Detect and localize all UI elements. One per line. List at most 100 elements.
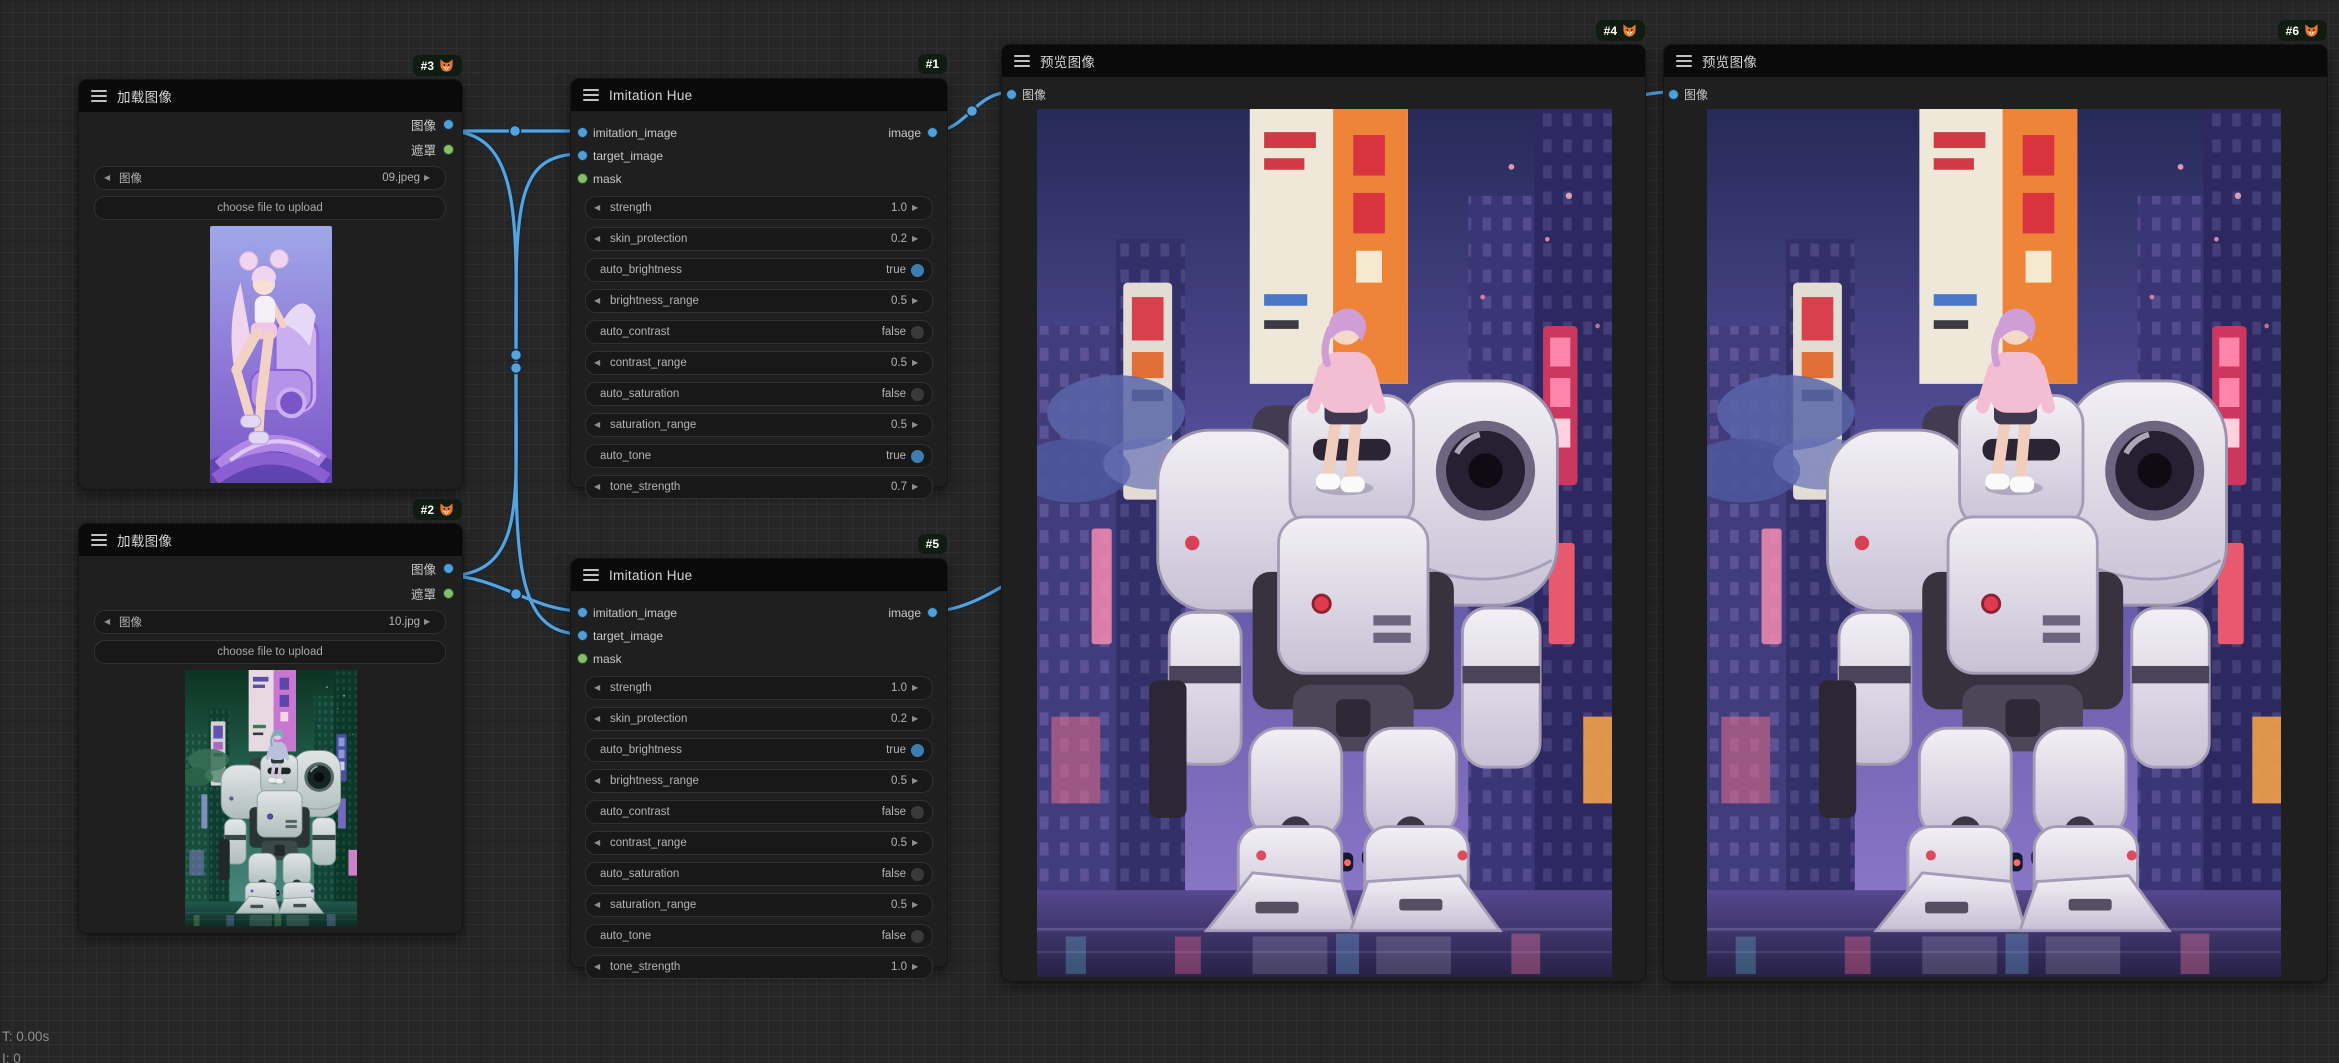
toggle-dot[interactable] [911, 326, 924, 339]
input-row-image[interactable]: 图像 [1002, 83, 1645, 105]
widget-contrast_range[interactable]: ◀contrast_range0.5▶ [585, 831, 933, 855]
input-row-mask[interactable]: mask [571, 647, 947, 670]
input-row-imitation-image[interactable]: imitation_image image [571, 121, 947, 144]
widget-tone_strength[interactable]: ◀tone_strength1.0▶ [585, 955, 933, 979]
node-imitation-hue-top[interactable]: #1 Imitation Hue imitation_image image t… [570, 78, 948, 488]
widget-saturation_range[interactable]: ◀saturation_range0.5▶ [585, 893, 933, 917]
image-output-port[interactable] [927, 607, 938, 618]
widget-strength[interactable]: ◀strength1.0▶ [585, 676, 933, 700]
widget-auto_contrast[interactable]: auto_contrastfalse [585, 320, 933, 344]
increment-icon[interactable]: ▶ [912, 204, 924, 212]
decrement-icon[interactable]: ◀ [594, 901, 606, 909]
input-row-target-image[interactable]: target_image [571, 144, 947, 167]
image-output-port[interactable] [927, 127, 938, 138]
widget-skin_protection[interactable]: ◀skin_protection0.2▶ [585, 227, 933, 251]
image-file-selector[interactable]: ◀ 图像 10.jpg ▶ [94, 610, 446, 634]
mask-output-port[interactable] [443, 144, 454, 155]
increment-icon[interactable]: ▶ [912, 235, 924, 243]
node-imitation-hue-bottom[interactable]: #5 Imitation Hue imitation_image image t… [570, 558, 948, 968]
widget-auto_brightness[interactable]: auto_brightnesstrue [585, 258, 933, 282]
node-load-image-top[interactable]: #3 加载图像 图像 遮罩 ◀ 图像 09.jpeg ▶ choose file… [78, 79, 463, 490]
node-header[interactable]: 预览图像 [1002, 45, 1645, 77]
image-input-port[interactable] [1668, 89, 1679, 100]
imitation-image-input-port[interactable] [577, 607, 588, 618]
toggle-dot[interactable] [911, 744, 924, 757]
decrement-icon[interactable]: ◀ [594, 235, 606, 243]
input-row-mask[interactable]: mask [571, 167, 947, 190]
increment-icon[interactable]: ▶ [912, 483, 924, 491]
choose-file-button[interactable]: choose file to upload [94, 196, 446, 220]
choose-file-button[interactable]: choose file to upload [94, 640, 446, 664]
widget-brightness_range[interactable]: ◀brightness_range0.5▶ [585, 769, 933, 793]
node-header[interactable]: 加载图像 [79, 80, 462, 112]
mask-output-port[interactable] [443, 588, 454, 599]
node-load-image-bottom[interactable]: #2 加载图像 图像 遮罩 ◀ 图像 10.jpg ▶ choose file … [78, 523, 463, 934]
increment-icon[interactable]: ▶ [912, 777, 924, 785]
input-row-imitation-image[interactable]: imitation_image image [571, 601, 947, 624]
prev-file-icon[interactable]: ◀ [104, 618, 116, 626]
increment-icon[interactable]: ▶ [912, 421, 924, 429]
node-preview-image-left[interactable]: #4 预览图像 图像 [1001, 44, 1646, 982]
node-preview-image-right[interactable]: #6 预览图像 图像 [1663, 44, 2328, 982]
widget-saturation_range[interactable]: ◀saturation_range0.5▶ [585, 413, 933, 437]
toggle-dot[interactable] [911, 264, 924, 277]
increment-icon[interactable]: ▶ [912, 715, 924, 723]
input-row-target-image[interactable]: target_image [571, 624, 947, 647]
decrement-icon[interactable]: ◀ [594, 963, 606, 971]
imitation-image-input-port[interactable] [577, 127, 588, 138]
next-file-icon[interactable]: ▶ [424, 618, 436, 626]
node-header[interactable]: Imitation Hue [571, 559, 947, 591]
toggle-dot[interactable] [911, 930, 924, 943]
increment-icon[interactable]: ▶ [912, 297, 924, 305]
widget-auto_saturation[interactable]: auto_saturationfalse [585, 382, 933, 406]
mask-input-port[interactable] [577, 173, 588, 184]
decrement-icon[interactable]: ◀ [594, 297, 606, 305]
menu-icon[interactable] [91, 534, 107, 546]
image-output-port[interactable] [443, 563, 454, 574]
decrement-icon[interactable]: ◀ [594, 204, 606, 212]
node-graph-canvas[interactable]: #3 加载图像 图像 遮罩 ◀ 图像 09.jpeg ▶ choose file… [0, 0, 2339, 1063]
menu-icon[interactable] [91, 90, 107, 102]
toggle-dot[interactable] [911, 450, 924, 463]
node-header[interactable]: 预览图像 [1664, 45, 2327, 77]
toggle-dot[interactable] [911, 806, 924, 819]
widget-tone_strength[interactable]: ◀tone_strength0.7▶ [585, 475, 933, 499]
input-row-image[interactable]: 图像 [1664, 83, 2327, 105]
widget-auto_tone[interactable]: auto_tonefalse [585, 924, 933, 948]
widget-brightness_range[interactable]: ◀brightness_range0.5▶ [585, 289, 933, 313]
target-image-input-port[interactable] [577, 630, 588, 641]
decrement-icon[interactable]: ◀ [594, 777, 606, 785]
output-row-image[interactable]: 图像 [79, 556, 462, 581]
widget-auto_tone[interactable]: auto_tonetrue [585, 444, 933, 468]
menu-icon[interactable] [583, 89, 599, 101]
menu-icon[interactable] [1676, 55, 1692, 67]
node-header[interactable]: Imitation Hue [571, 79, 947, 111]
widget-skin_protection[interactable]: ◀skin_protection0.2▶ [585, 707, 933, 731]
output-row-image[interactable]: 图像 [79, 112, 462, 137]
image-output-port[interactable] [443, 119, 454, 130]
widget-strength[interactable]: ◀strength1.0▶ [585, 196, 933, 220]
decrement-icon[interactable]: ◀ [594, 715, 606, 723]
mask-input-port[interactable] [577, 653, 588, 664]
image-file-selector[interactable]: ◀ 图像 09.jpeg ▶ [94, 166, 446, 190]
increment-icon[interactable]: ▶ [912, 839, 924, 847]
decrement-icon[interactable]: ◀ [594, 839, 606, 847]
toggle-dot[interactable] [911, 868, 924, 881]
node-header[interactable]: 加载图像 [79, 524, 462, 556]
menu-icon[interactable] [583, 569, 599, 581]
widget-auto_brightness[interactable]: auto_brightnesstrue [585, 738, 933, 762]
increment-icon[interactable]: ▶ [912, 901, 924, 909]
decrement-icon[interactable]: ◀ [594, 684, 606, 692]
output-row-mask[interactable]: 遮罩 [79, 581, 462, 606]
decrement-icon[interactable]: ◀ [594, 483, 606, 491]
toggle-dot[interactable] [911, 388, 924, 401]
decrement-icon[interactable]: ◀ [594, 421, 606, 429]
next-file-icon[interactable]: ▶ [424, 174, 436, 182]
menu-icon[interactable] [1014, 55, 1030, 67]
output-row-mask[interactable]: 遮罩 [79, 137, 462, 162]
increment-icon[interactable]: ▶ [912, 684, 924, 692]
widget-contrast_range[interactable]: ◀contrast_range0.5▶ [585, 351, 933, 375]
widget-auto_contrast[interactable]: auto_contrastfalse [585, 800, 933, 824]
increment-icon[interactable]: ▶ [912, 963, 924, 971]
image-input-port[interactable] [1006, 89, 1017, 100]
